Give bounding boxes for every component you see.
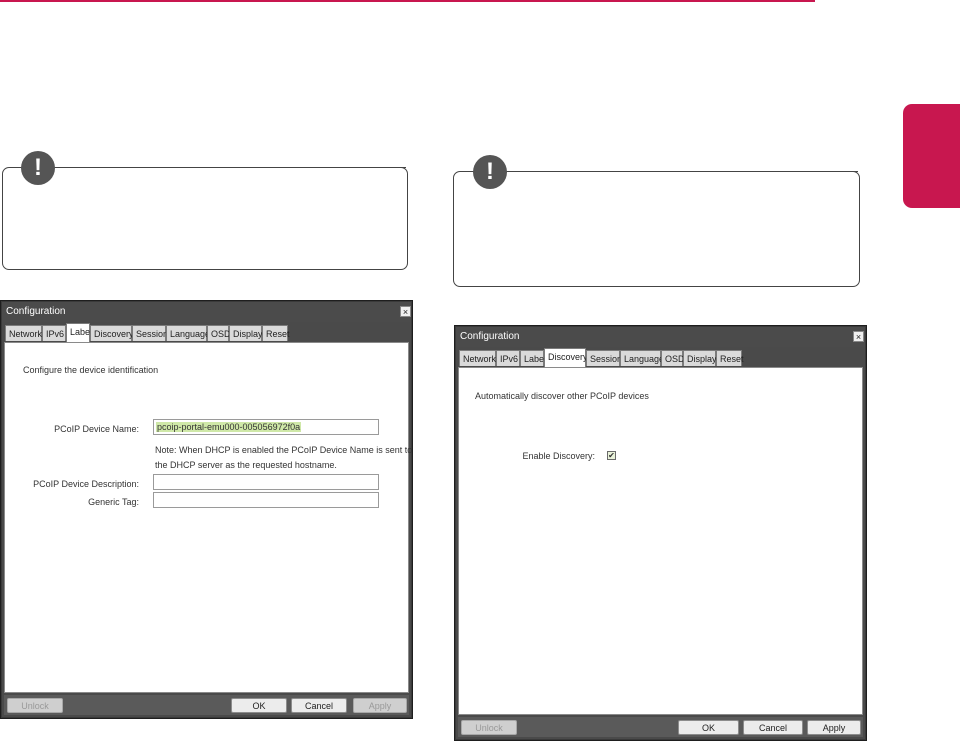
device-name-input[interactable]: pcoip-portal-emu000-005056972f0a	[153, 419, 379, 435]
note-title-line	[578, 171, 858, 172]
apply-button[interactable]: Apply	[353, 698, 407, 713]
dialog-footer: Unlock OK Cancel Apply	[458, 717, 863, 737]
tab-network[interactable]: Network	[459, 350, 496, 366]
dialog-title: Configuration	[2, 302, 411, 322]
close-icon[interactable]: ×	[853, 331, 864, 342]
tab-discovery[interactable]: Discovery	[544, 348, 588, 367]
enable-discovery-checkbox[interactable]: ✔	[607, 451, 616, 460]
tab-label[interactable]: Label	[66, 323, 92, 342]
tab-bar: Network IPv6 Label Discovery Session Lan…	[458, 348, 863, 367]
cancel-button[interactable]: Cancel	[743, 720, 803, 735]
tab-session[interactable]: Session	[132, 325, 168, 341]
exclamation-icon: !	[473, 155, 507, 189]
dialog-title: Configuration	[456, 327, 865, 347]
tab-ipv6[interactable]: IPv6	[496, 350, 520, 366]
generic-tag-label: Generic Tag:	[88, 497, 139, 507]
ok-button[interactable]: OK	[231, 698, 287, 713]
note-box	[453, 171, 860, 287]
tab-label[interactable]: Label	[520, 350, 546, 366]
tab-osd[interactable]: OSD	[207, 325, 231, 341]
unlock-button[interactable]: Unlock	[7, 698, 63, 713]
dhcp-note-line-1: Note: When DHCP is enabled the PCoIP Dev…	[155, 445, 413, 455]
device-name-label: PCoIP Device Name:	[54, 424, 139, 434]
generic-tag-input[interactable]	[153, 492, 379, 508]
panel-description: Configure the device identification	[23, 365, 159, 375]
tab-display[interactable]: Display	[229, 325, 263, 341]
device-description-label: PCoIP Device Description:	[33, 479, 139, 489]
chapter-side-tab	[903, 104, 960, 208]
dialog-footer: Unlock OK Cancel Apply	[4, 695, 409, 715]
tab-panel: Automatically discover other PCoIP devic…	[458, 367, 863, 715]
apply-button[interactable]: Apply	[807, 720, 861, 735]
tab-bar: Network IPv6 Label Discovery Session Lan…	[4, 323, 409, 342]
tab-discovery[interactable]: Discovery	[90, 325, 134, 341]
tab-session[interactable]: Session	[586, 350, 622, 366]
dhcp-note-line-2: the DHCP server as the requested hostnam…	[155, 460, 337, 470]
device-description-input[interactable]	[153, 474, 379, 490]
unlock-button[interactable]: Unlock	[461, 720, 517, 735]
tab-osd[interactable]: OSD	[661, 350, 685, 366]
note-box	[2, 167, 408, 270]
header-rule	[0, 0, 815, 2]
tab-reset[interactable]: Reset	[716, 350, 744, 366]
close-icon[interactable]: ×	[400, 306, 411, 317]
tab-language[interactable]: Language	[166, 325, 210, 341]
tab-display[interactable]: Display	[683, 350, 717, 366]
device-name-value: pcoip-portal-emu000-005056972f0a	[156, 422, 302, 432]
tab-language[interactable]: Language	[620, 350, 664, 366]
check-icon: ✔	[608, 451, 615, 460]
tab-ipv6[interactable]: IPv6	[42, 325, 66, 341]
tab-reset[interactable]: Reset	[262, 325, 290, 341]
configuration-dialog-discovery: Configuration × Network IPv6 Label Disco…	[455, 326, 866, 740]
tab-panel: Configure the device identification PCoI…	[4, 342, 413, 693]
exclamation-icon: !	[21, 151, 55, 185]
tab-network[interactable]: Network	[5, 325, 42, 341]
enable-discovery-label: Enable Discovery:	[522, 451, 595, 461]
cancel-button[interactable]: Cancel	[291, 698, 347, 713]
configuration-dialog-label: Configuration × Network IPv6 Label Disco…	[1, 301, 412, 718]
ok-button[interactable]: OK	[678, 720, 739, 735]
panel-description: Automatically discover other PCoIP devic…	[475, 391, 649, 401]
